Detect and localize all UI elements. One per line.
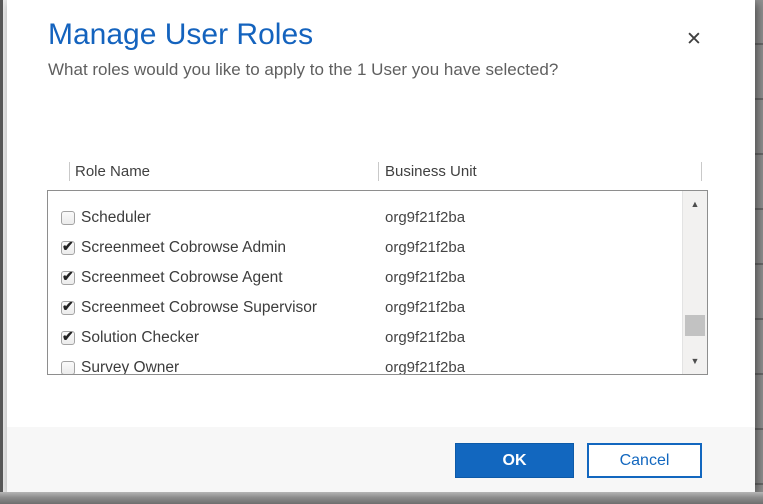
role-checkbox[interactable]: ✔ [61, 268, 75, 285]
table-row[interactable]: ✔ Screenmeet Cobrowse Supervisor org9f21… [48, 293, 682, 323]
business-unit-cell: org9f21f2ba [385, 239, 466, 256]
roles-list: org9f21f2ba ✔ Scheduler org9f21f2ba ✔ Sc… [47, 190, 708, 375]
table-row[interactable]: ✔ Screenmeet Cobrowse Agent org9f21f2ba [48, 263, 682, 293]
column-header-business-unit: Business Unit [385, 163, 477, 180]
role-name-cell: Screenmeet Cobrowse Admin [81, 239, 287, 256]
roles-list-viewport: org9f21f2ba ✔ Scheduler org9f21f2ba ✔ Sc… [48, 191, 682, 374]
business-unit-cell: org9f21f2ba [385, 191, 465, 195]
business-unit-cell: org9f21f2ba [385, 269, 466, 286]
screen: Manage User Roles What roles would you l… [0, 0, 763, 504]
column-divider [69, 162, 70, 181]
role-checkbox[interactable]: ✔ [61, 328, 75, 345]
role-name-cell: Solution Checker [81, 329, 200, 346]
role-name-cell: Scheduler [81, 209, 151, 226]
table-row-partial: org9f21f2ba [48, 191, 682, 195]
page-bottom-edge [0, 492, 763, 504]
close-icon[interactable]: ✕ [681, 26, 707, 52]
role-checkbox[interactable]: ✔ [61, 211, 75, 225]
table-row[interactable]: ✔ Screenmeet Cobrowse Admin org9f21f2ba [48, 233, 682, 263]
grid-header: Role Name Business Unit [47, 160, 708, 186]
scroll-down-icon[interactable]: ▼ [683, 349, 707, 373]
checkmark-icon: ✔ [62, 298, 74, 314]
scrollbar-thumb[interactable] [685, 315, 705, 336]
column-divider [378, 162, 379, 181]
scroll-up-icon[interactable]: ▲ [683, 192, 707, 216]
business-unit-cell: org9f21f2ba [385, 359, 466, 374]
scrollbar[interactable]: ▲ ▼ [682, 191, 707, 374]
column-header-role-name: Role Name [75, 163, 151, 180]
manage-user-roles-dialog: Manage User Roles What roles would you l… [7, 0, 755, 492]
role-checkbox[interactable]: ✔ [61, 298, 75, 315]
role-checkbox[interactable]: ✔ [61, 361, 75, 374]
checkmark-icon: ✔ [62, 238, 74, 254]
dialog-title: Manage User Roles [48, 18, 314, 51]
cancel-button[interactable]: Cancel [587, 443, 702, 478]
business-unit-cell: org9f21f2ba [385, 329, 466, 346]
role-name-cell: Screenmeet Cobrowse Supervisor [81, 299, 318, 316]
background-grid-strip [755, 0, 763, 504]
dialog-footer: OK Cancel [7, 427, 755, 492]
ok-button[interactable]: OK [455, 443, 574, 478]
role-name-cell: Survey Owner [81, 359, 180, 374]
checkmark-icon: ✔ [62, 268, 74, 284]
role-checkbox[interactable]: ✔ [61, 238, 75, 255]
dialog-subtitle: What roles would you like to apply to th… [48, 60, 559, 79]
table-row[interactable]: ✔ Survey Owner org9f21f2ba [48, 353, 682, 374]
table-row[interactable]: ✔ Scheduler org9f21f2ba [48, 203, 682, 233]
table-row[interactable]: ✔ Solution Checker org9f21f2ba [48, 323, 682, 353]
column-divider [701, 162, 702, 181]
role-name-cell: Screenmeet Cobrowse Agent [81, 269, 283, 286]
rows-spacer [48, 195, 682, 203]
checkmark-icon: ✔ [62, 328, 74, 344]
business-unit-cell: org9f21f2ba [385, 209, 466, 226]
business-unit-cell: org9f21f2ba [385, 299, 466, 316]
